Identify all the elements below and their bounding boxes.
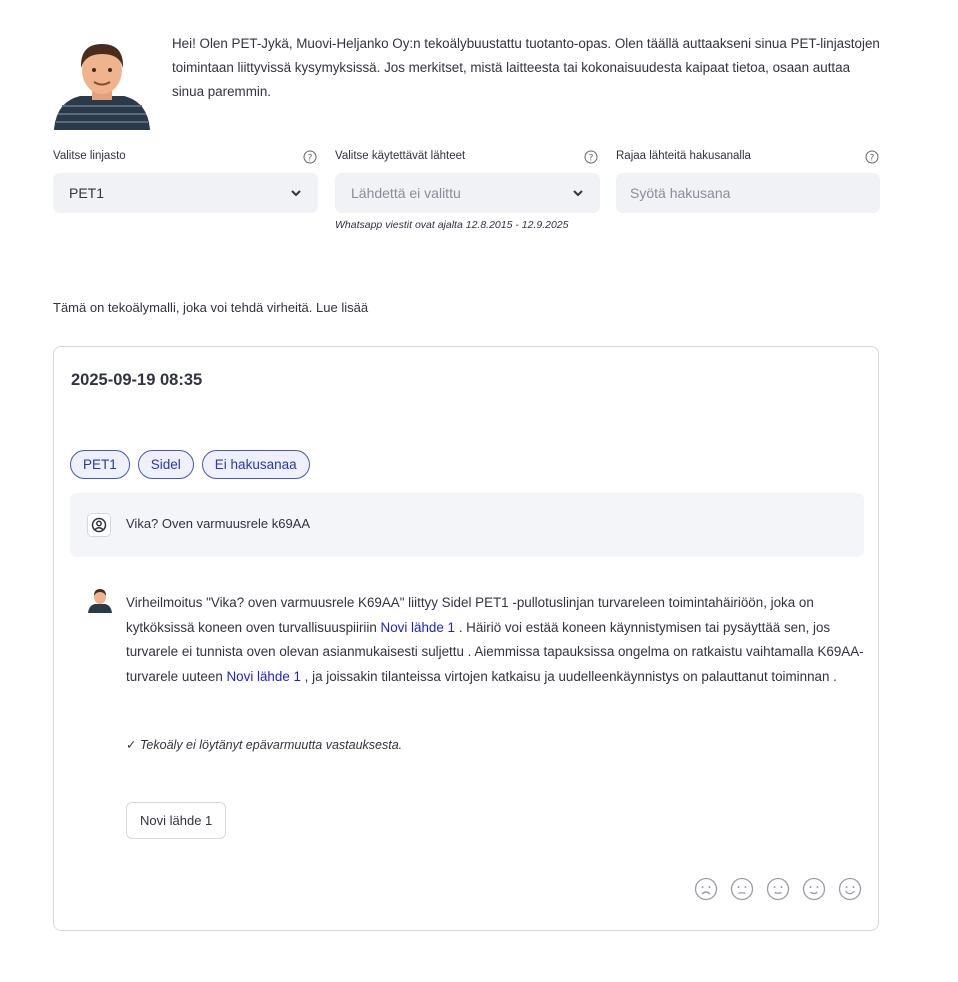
user-question: Vika? Oven varmuusrele k69AA <box>126 516 311 531</box>
answer-text: , ja joissakin tilanteissa virtojen katk… <box>300 668 837 684</box>
disclaimer-text: Tämä on tekoälymalli, joka voi tehdä vir… <box>53 300 313 315</box>
user-message: Vika? Oven varmuusrele k69AA <box>70 493 864 557</box>
sources-select-placeholder: Lähdettä ei valittu <box>351 185 461 201</box>
line-select-label: Valitse linjasto <box>53 150 126 162</box>
tag-pill[interactable]: Sidel <box>137 450 194 479</box>
svg-text:?: ? <box>308 154 313 164</box>
line-select[interactable]: PET1 <box>53 173 318 213</box>
disclaimer: Tämä on tekoälymalli, joka voi tehdä vir… <box>53 300 368 315</box>
intro-text: Hei! Olen PET-Jykä, Muovi-Heljanko Oy:n … <box>172 36 880 99</box>
keyword-input-label: Rajaa lähteitä hakusanalla <box>616 150 751 162</box>
tag-pill[interactable]: Ei hakusanaa <box>201 450 310 479</box>
help-icon[interactable]: ? <box>865 150 879 164</box>
chevron-down-icon <box>291 190 301 197</box>
read-more-link[interactable]: Lue lisää <box>316 300 368 315</box>
bot-avatar-icon <box>88 589 112 613</box>
face-neutral-icon[interactable] <box>766 877 790 901</box>
conversation-card: 2025-09-19 08:35 PET1 Sidel Ei hakusanaa… <box>53 346 879 931</box>
face-very-happy-icon[interactable] <box>838 877 862 901</box>
svg-text:?: ? <box>870 154 875 164</box>
face-very-sad-icon[interactable] <box>694 877 718 901</box>
sources-select[interactable]: Lähdettä ei valittu <box>335 173 600 213</box>
help-icon[interactable]: ? <box>584 150 598 164</box>
conversation-timestamp: 2025-09-19 08:35 <box>71 371 203 389</box>
tag-pill[interactable]: PET1 <box>70 450 130 479</box>
help-icon[interactable]: ? <box>303 150 317 164</box>
keyword-input-placeholder: Syötä hakusana <box>630 185 731 201</box>
source-link[interactable]: Novi lähde 1 <box>381 620 455 635</box>
feedback-rating <box>694 877 862 901</box>
source-link[interactable]: Novi lähde 1 <box>227 669 301 684</box>
chevron-down-icon <box>573 190 583 197</box>
source-button[interactable]: Novi lähde 1 <box>126 802 227 839</box>
face-sad-icon[interactable] <box>730 877 754 901</box>
user-avatar-icon <box>87 513 111 537</box>
tag-list: PET1 Sidel Ei hakusanaa <box>70 450 310 479</box>
assistant-avatar <box>54 44 150 130</box>
face-happy-icon[interactable] <box>802 877 826 901</box>
keyword-input[interactable]: Syötä hakusana <box>616 173 880 213</box>
whatsapp-date-note: Whatsapp viestit ovat ajalta 12.8.2015 -… <box>335 219 569 231</box>
sources-select-label: Valitse käytettävät lähteet <box>335 150 466 162</box>
line-select-value: PET1 <box>69 185 105 201</box>
uncertainty-note: ✓ Tekoäly ei löytänyt epävarmuutta vasta… <box>126 738 403 752</box>
bot-answer: Virheilmoitus "Vika? oven varmuusrele K6… <box>126 591 866 689</box>
svg-text:?: ? <box>589 154 594 164</box>
